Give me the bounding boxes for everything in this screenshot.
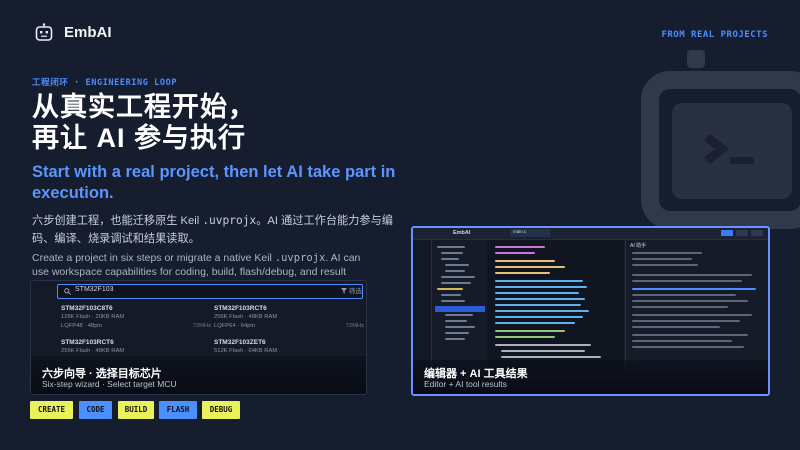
chip-frequency: 72MHz	[192, 323, 211, 329]
chip-search-input[interactable]: STM32F103	[57, 284, 363, 299]
tree-selected-row	[435, 306, 485, 312]
tag-create[interactable]: CREATE	[30, 401, 73, 419]
search-value: STM32F103	[75, 286, 114, 293]
chip-frequency: 72MHz	[345, 323, 364, 329]
chip-option[interactable]: STM32F103RCT6 256K Flash · 48KB RAM LQFP…	[214, 305, 364, 343]
tag-debug[interactable]: DEBUG	[202, 401, 240, 419]
description-cn: 六步创建工程，也能迁移原生 Keil .uvprojx。AI 通过工作台能力参与…	[32, 212, 412, 248]
code-editor[interactable]	[487, 240, 624, 370]
section-eyebrow: 工程闭环 · ENGINEERING LOOP	[32, 78, 178, 88]
filter-label: 筛选	[348, 288, 362, 295]
editor-app-name: EmbAI	[453, 230, 471, 236]
editor-build-button[interactable]	[721, 230, 733, 236]
chip-package: LQFP48 · 48pin	[61, 323, 102, 329]
from-real-projects-link[interactable]: FROM REAL PROJECTS	[661, 30, 768, 40]
chip-option[interactable]: STM32F103C8T6 128K Flash · 20KB RAM LQFP…	[61, 305, 211, 343]
wizard-caption-en: Six-step wizard · Select target MCU	[42, 379, 177, 389]
hero-title-cn: 从真实工程开始， 再让 AI 参与执行	[32, 92, 256, 154]
chip-name: STM32F103RCT6	[61, 339, 114, 346]
tag-build[interactable]: BUILD	[118, 401, 154, 419]
chip-name: STM32F103ZET6	[214, 339, 266, 346]
robot-watermark-icon	[641, 50, 800, 229]
filter-icon	[341, 288, 347, 294]
chip-spec: 128K Flash · 20KB RAM	[61, 314, 125, 320]
chip-name: STM32F103RCT6	[214, 305, 267, 312]
chip-spec: 256K Flash · 48KB RAM	[61, 348, 125, 354]
brand-name[interactable]: EmbAI	[64, 24, 112, 41]
editor-screenshot-card[interactable]: EmbAI main.c AI 助手 编辑器 + AI 工具结果 Editor …	[411, 226, 770, 396]
hero-title-line-2: 再让 AI 参与执行	[32, 123, 247, 153]
file-tree[interactable]	[433, 240, 485, 370]
chip-spec: 256K Flash · 48KB RAM	[214, 314, 278, 320]
desc-en-text: Create a project in six steps or migrate…	[32, 252, 275, 264]
activity-bar	[413, 240, 432, 370]
editor-titlebar: EmbAI main.c	[413, 228, 768, 240]
hero-title-line-1: 从真实工程开始，	[32, 92, 256, 122]
tag-flash[interactable]: FLASH	[159, 401, 197, 419]
editor-tab-label: main.c	[513, 229, 527, 234]
desc-cn-text: 六步创建工程，也能迁移原生 Keil	[32, 215, 203, 227]
ai-panel-title: AI 助手	[630, 243, 647, 249]
chip-spec: 512K Flash · 64KB RAM	[214, 348, 278, 354]
desc-en-code: .uvprojx	[274, 252, 326, 264]
search-icon	[64, 288, 71, 295]
filter-button[interactable]: 筛选	[341, 285, 362, 295]
editor-tab[interactable]: main.c	[510, 229, 550, 237]
editor-debug-button[interactable]	[751, 230, 763, 236]
chip-name: STM32F103C8T6	[61, 305, 113, 312]
editor-flash-button[interactable]	[736, 230, 748, 236]
robot-logo-icon	[35, 23, 53, 41]
wizard-screenshot-card[interactable]: STM32F103 筛选 STM32F103C8T6 128K Flash · …	[30, 280, 367, 395]
desc-cn-code: .uvprojx	[202, 214, 257, 227]
chip-package: LQFP64 · 64pin	[214, 323, 255, 329]
tag-code[interactable]: CODE	[79, 401, 112, 419]
editor-caption-en: Editor + AI tool results	[424, 379, 507, 389]
hero-title-en: Start with a real project, then let AI t…	[32, 163, 396, 202]
ai-panel[interactable]: AI 助手	[625, 240, 768, 370]
